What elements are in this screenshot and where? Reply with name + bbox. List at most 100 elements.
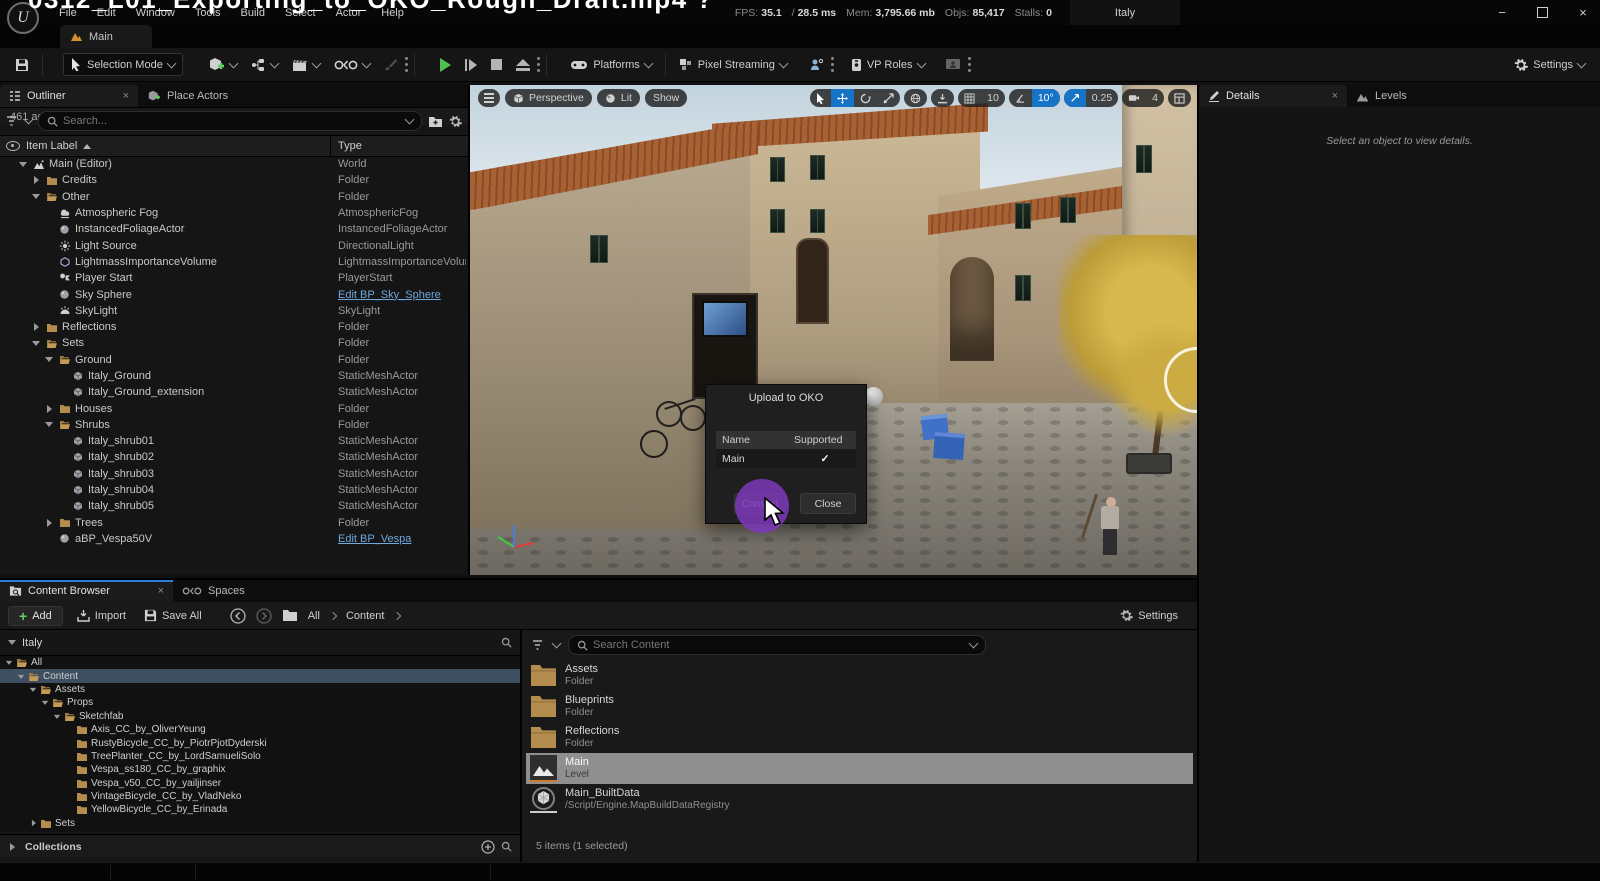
folder-tree-row[interactable]: TreePlanter_CC_by_LordSamueliSolo xyxy=(0,750,520,763)
outliner-row[interactable]: Atmospheric FogAtmosphericFog xyxy=(0,205,468,221)
outliner-row[interactable]: Main (Editor)World xyxy=(0,156,468,172)
source-header[interactable]: Italy xyxy=(0,630,520,656)
column-item-label[interactable]: Item Label xyxy=(26,140,77,152)
outliner-row[interactable]: ShrubsFolder xyxy=(0,417,468,433)
outliner-row[interactable]: LightmassImportanceVolumeLightmassImport… xyxy=(0,254,468,270)
folder-tree-row[interactable]: VintageBicycle_CC_by_VladNeko xyxy=(0,790,520,803)
stop-button[interactable] xyxy=(484,55,509,74)
asset-search-input[interactable]: Search Content xyxy=(568,635,986,655)
remote-view-dots[interactable] xyxy=(968,57,971,72)
edit-blueprint-link[interactable]: Edit BP_Sky_Sphere xyxy=(338,289,466,301)
surface-snap-button[interactable] xyxy=(931,89,954,107)
rotation-snap-value[interactable]: 10° xyxy=(1032,89,1060,107)
oko-dropdown[interactable] xyxy=(327,55,377,75)
folder-tree-row[interactable]: Vespa_v50_CC_by_yailjinser xyxy=(0,777,520,790)
filter-chevron-icon[interactable] xyxy=(552,639,562,649)
folder-tree-row[interactable]: All xyxy=(0,656,520,669)
import-button[interactable]: Import xyxy=(73,607,130,624)
remote-view-button[interactable] xyxy=(938,54,968,75)
search-icon[interactable] xyxy=(501,841,512,852)
scale-snap-toggle[interactable] xyxy=(1064,89,1086,107)
folder-tree-row[interactable]: Axis_CC_by_OliverYeung xyxy=(0,723,520,736)
filter-icon[interactable] xyxy=(6,116,19,127)
close-dialog-button[interactable]: Close xyxy=(800,493,856,514)
minimize-button[interactable]: − xyxy=(1493,5,1511,20)
expand-arrow[interactable] xyxy=(29,819,39,827)
folder-tree-row[interactable]: Sketchfab xyxy=(0,710,520,723)
scale-tool-button[interactable] xyxy=(877,89,900,107)
folder-tree-row[interactable]: Vespa_ss180_CC_by_graphix xyxy=(0,763,520,776)
multi-user-button[interactable] xyxy=(802,54,831,76)
folder-tree-row[interactable]: Props xyxy=(0,696,520,709)
outliner-search-input[interactable]: Search... xyxy=(38,111,422,131)
move-tool-button[interactable] xyxy=(831,89,854,107)
breadcrumb-folder-icon[interactable] xyxy=(282,609,298,622)
folder-tree-row[interactable]: Content xyxy=(0,669,520,682)
cinematics-dropdown[interactable] xyxy=(285,54,327,76)
filter-icon[interactable] xyxy=(532,640,545,651)
folder-tree-row[interactable]: Assets xyxy=(0,683,520,696)
outliner-row[interactable]: SetsFolder xyxy=(0,335,468,351)
back-button[interactable] xyxy=(230,608,246,624)
perspective-dropdown[interactable]: Perspective xyxy=(505,89,592,107)
expand-arrow[interactable] xyxy=(29,683,39,696)
tab-spaces[interactable]: Spaces xyxy=(173,580,254,602)
play-button[interactable] xyxy=(433,54,458,76)
outliner-row[interactable]: Italy_shrub04StaticMeshActor xyxy=(0,482,468,498)
search-options-chevron[interactable] xyxy=(969,639,979,649)
expand-arrow[interactable] xyxy=(45,418,57,431)
column-type-label[interactable]: Type xyxy=(338,140,362,152)
close-tab-icon[interactable]: × xyxy=(158,585,164,597)
outliner-row[interactable]: Sky SphereEdit BP_Sky_Sphere xyxy=(0,286,468,302)
breadcrumb-all[interactable]: All xyxy=(308,610,320,622)
lit-dropdown[interactable]: Lit xyxy=(597,89,640,107)
asset-row-blueprints[interactable]: BlueprintsFolder xyxy=(526,691,1193,722)
outliner-row[interactable]: Light SourceDirectionalLight xyxy=(0,237,468,253)
expand-arrow[interactable] xyxy=(32,337,44,350)
outliner-row[interactable]: HousesFolder xyxy=(0,400,468,416)
grid-snap-toggle[interactable] xyxy=(958,89,981,107)
tab-place-actors[interactable]: Place Actors xyxy=(138,85,237,107)
visibility-column-icon[interactable] xyxy=(6,141,20,151)
play-options-dots[interactable] xyxy=(537,57,540,72)
skip-button[interactable] xyxy=(458,55,485,75)
asset-row-assets[interactable]: AssetsFolder xyxy=(526,660,1193,691)
tab-main-level[interactable]: Main xyxy=(60,25,152,48)
tab-levels[interactable]: Levels xyxy=(1347,85,1416,107)
dialog-table-row[interactable]: Main ✓ xyxy=(716,449,856,468)
paint-mode-button[interactable] xyxy=(377,54,405,76)
expand-arrow[interactable] xyxy=(5,656,15,669)
select-tool-button[interactable] xyxy=(810,89,831,107)
save-all-button[interactable]: Save All xyxy=(140,607,206,624)
add-actor-dropdown[interactable] xyxy=(201,53,244,76)
outliner-row[interactable]: TreesFolder xyxy=(0,515,468,531)
platforms-dropdown[interactable]: Platforms xyxy=(563,55,658,75)
add-collection-icon[interactable] xyxy=(481,840,495,854)
world-local-toggle[interactable] xyxy=(904,89,927,107)
blueprints-dropdown[interactable] xyxy=(244,54,285,76)
column-divider[interactable] xyxy=(330,136,331,156)
restore-button[interactable] xyxy=(1537,7,1548,18)
rotation-snap-toggle[interactable] xyxy=(1009,89,1032,107)
close-tab-icon[interactable]: × xyxy=(1332,90,1338,102)
asset-row-reflections[interactable]: ReflectionsFolder xyxy=(526,722,1193,753)
expand-arrow[interactable] xyxy=(32,323,44,331)
expand-arrow[interactable] xyxy=(19,158,31,171)
expand-arrow[interactable] xyxy=(17,670,27,683)
selection-mode-dropdown[interactable]: Selection Mode xyxy=(63,53,183,76)
maximize-viewport-button[interactable] xyxy=(1168,89,1191,107)
viewport-options-button[interactable] xyxy=(478,89,500,107)
outliner-row[interactable]: Italy_shrub01StaticMeshActor xyxy=(0,433,468,449)
tab-details[interactable]: Details × xyxy=(1199,85,1347,107)
outliner-row[interactable]: InstancedFoliageActorInstancedFoliageAct… xyxy=(0,221,468,237)
search-options-chevron[interactable] xyxy=(405,115,415,125)
edit-blueprint-link[interactable]: Edit BP_Vespa xyxy=(338,533,466,545)
pixel-streaming-dropdown[interactable]: Pixel Streaming xyxy=(672,54,794,76)
expand-arrow[interactable] xyxy=(45,519,57,527)
settings-dropdown[interactable]: Settings xyxy=(1507,54,1592,76)
expand-arrow[interactable] xyxy=(53,710,63,723)
folder-tree-row[interactable]: Sets xyxy=(0,817,520,830)
outliner-row[interactable]: Player StartPlayerStart xyxy=(0,270,468,286)
eject-button[interactable] xyxy=(509,55,537,75)
outliner-row[interactable]: Italy_shrub02StaticMeshActor xyxy=(0,449,468,465)
